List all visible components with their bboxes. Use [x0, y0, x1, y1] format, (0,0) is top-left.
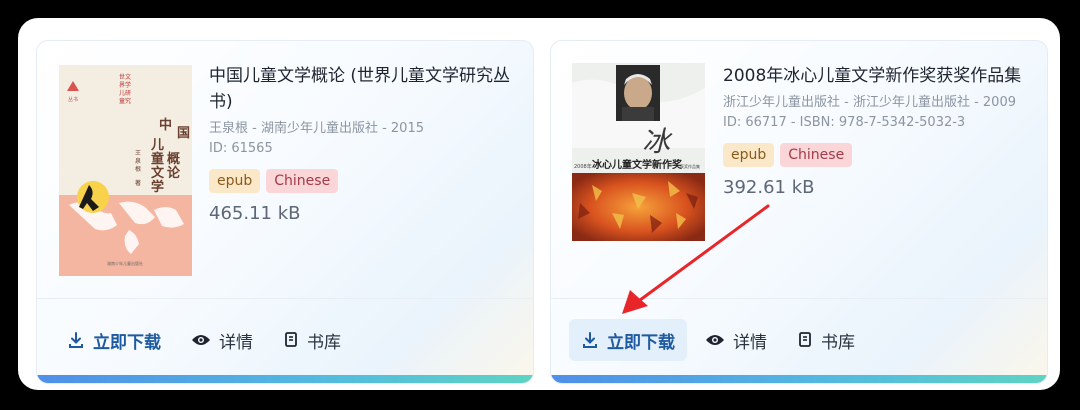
- svg-text:湖南少年儿童出版社: 湖南少年儿童出版社: [107, 260, 143, 266]
- card-accent-bar: [37, 375, 533, 383]
- details-label: 详情: [219, 332, 253, 353]
- svg-text:究: 究: [125, 97, 131, 105]
- book-title[interactable]: 中国儿童文学概论 (世界儿童文学研究丛书): [209, 63, 515, 115]
- details-button[interactable]: 详情: [179, 319, 265, 361]
- download-label: 立即下载: [607, 332, 675, 353]
- book-id: ID: 61565: [209, 141, 273, 156]
- svg-text:学: 学: [151, 179, 164, 195]
- details-button[interactable]: 详情: [693, 319, 779, 361]
- book-icon: [283, 331, 299, 349]
- card-accent-bar: [551, 375, 1047, 383]
- library-label: 书库: [307, 332, 341, 353]
- svg-text:获奖作品集: 获奖作品集: [680, 163, 700, 169]
- book-info: 2008年冰心儿童文学新作奖获奖作品集 浙江少年儿童出版社 - 浙江少年儿童出版…: [723, 63, 1029, 198]
- svg-text:文: 文: [151, 165, 165, 181]
- book-title[interactable]: 2008年冰心儿童文学新作奖获奖作品集: [723, 63, 1029, 89]
- svg-text:童: 童: [151, 151, 164, 167]
- svg-text:研: 研: [125, 90, 131, 97]
- format-badge: epub: [723, 143, 775, 167]
- book-tags: epub Chinese: [723, 143, 1029, 167]
- results-panel: 丛书 世界儿童 文学研究 中国 儿童文学 概论 王泉根著 湖南少年儿童出版社 中…: [18, 18, 1060, 390]
- book-card: 冰 2008年 冰心儿童文学新作奖 获奖作品集 2008年冰心儿童文学新作奖获奖…: [550, 40, 1048, 384]
- card-actions: 立即下载 详情 书库: [569, 319, 867, 361]
- eye-icon: [705, 333, 725, 347]
- book-info: 中国儿童文学概论 (世界儿童文学研究丛书) 王泉根 - 湖南少年儿童出版社 - …: [209, 63, 515, 224]
- download-icon: [67, 331, 85, 349]
- download-icon: [581, 331, 599, 349]
- svg-text:概: 概: [167, 151, 180, 167]
- language-badge: Chinese: [780, 143, 853, 167]
- book-icon: [797, 331, 813, 349]
- file-size: 465.11 kB: [209, 203, 301, 224]
- svg-text:根: 根: [135, 165, 141, 173]
- book-tags: epub Chinese: [209, 169, 515, 193]
- download-button[interactable]: 立即下载: [569, 319, 687, 361]
- svg-text:泉: 泉: [135, 157, 141, 165]
- format-badge: epub: [209, 169, 261, 193]
- svg-text:儿: 儿: [150, 138, 164, 153]
- svg-text:中: 中: [159, 117, 172, 133]
- book-cover[interactable]: 冰 2008年 冰心儿童文学新作奖 获奖作品集: [572, 63, 705, 241]
- language-badge: Chinese: [266, 169, 339, 193]
- svg-text:2008年: 2008年: [574, 163, 592, 170]
- book-author-publisher-year: 浙江少年儿童出版社 - 浙江少年儿童出版社 - 2009: [723, 95, 1016, 110]
- library-button[interactable]: 书库: [785, 319, 867, 361]
- details-label: 详情: [733, 332, 767, 353]
- svg-text:丛书: 丛书: [68, 96, 78, 103]
- divider: [37, 298, 533, 299]
- book-author-publisher-year: 王泉根 - 湖南少年儿童出版社 - 2015: [209, 121, 424, 136]
- book-id: ID: 66717 - ISBN: 978-7-5342-5032-3: [723, 115, 966, 130]
- svg-text:文: 文: [125, 73, 131, 81]
- svg-text:论: 论: [167, 165, 181, 181]
- svg-text:王: 王: [135, 150, 141, 157]
- download-button[interactable]: 立即下载: [55, 319, 173, 361]
- svg-text:著: 著: [135, 179, 141, 187]
- file-size: 392.61 kB: [723, 177, 815, 198]
- svg-text:学: 学: [125, 81, 131, 89]
- svg-text:冰心儿童文学新作奖: 冰心儿童文学新作奖: [592, 158, 683, 171]
- library-button[interactable]: 书库: [271, 319, 353, 361]
- library-label: 书库: [821, 332, 855, 353]
- svg-text:国: 国: [177, 126, 190, 141]
- eye-icon: [191, 333, 211, 347]
- download-label: 立即下载: [93, 332, 161, 353]
- svg-text:冰: 冰: [642, 125, 673, 158]
- book-cover[interactable]: 丛书 世界儿童 文学研究 中国 儿童文学 概论 王泉根著 湖南少年儿童出版社: [59, 65, 192, 276]
- book-card: 丛书 世界儿童 文学研究 中国 儿童文学 概论 王泉根著 湖南少年儿童出版社 中…: [36, 40, 534, 384]
- divider: [551, 298, 1047, 299]
- card-actions: 立即下载 详情 书库: [55, 319, 353, 361]
